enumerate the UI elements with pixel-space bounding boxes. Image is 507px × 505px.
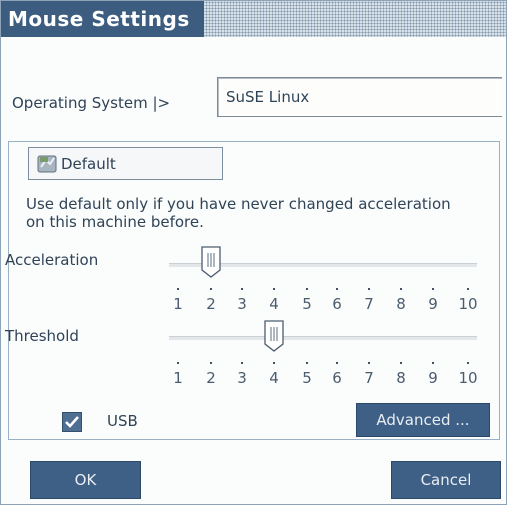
acceleration-tick-label: 1 — [173, 295, 183, 313]
default-hint-text: Use default only if you have never chang… — [26, 195, 451, 231]
threshold-tick-dot — [400, 362, 402, 364]
acceleration-scale: 1 2 3 4 5 6 7 8 9 10 — [1, 295, 507, 315]
acceleration-tick-dot — [368, 288, 370, 290]
threshold-tick-label: 4 — [269, 369, 279, 387]
acceleration-tick-dot — [210, 288, 212, 290]
acceleration-tick-dot — [177, 288, 179, 290]
acceleration-tick-label: 9 — [428, 295, 438, 313]
threshold-tick-label: 8 — [396, 369, 406, 387]
acceleration-label: Acceleration — [5, 251, 99, 269]
cancel-button[interactable]: Cancel — [391, 461, 501, 499]
threshold-tick-dot — [467, 362, 469, 364]
acceleration-tick-dot — [400, 288, 402, 290]
acceleration-tick-label: 8 — [396, 295, 406, 313]
dialog-title: Mouse Settings — [1, 1, 204, 37]
threshold-label: Threshold — [5, 327, 79, 345]
acceleration-tick-dot — [241, 288, 243, 290]
default-button-label: Default — [61, 154, 116, 173]
threshold-tick-label: 1 — [173, 369, 183, 387]
title-bar: Mouse Settings — [1, 1, 506, 37]
default-button[interactable]: Default — [28, 147, 223, 180]
acceleration-tick-dot — [336, 288, 338, 290]
threshold-tick-label: 3 — [237, 369, 247, 387]
threshold-slider-track[interactable] — [169, 336, 477, 340]
usb-label: USB — [107, 412, 138, 430]
usb-checkbox[interactable] — [62, 412, 82, 432]
acceleration-tick-label: 10 — [458, 295, 478, 313]
mouse-settings-dialog: Mouse Settings Operating System |> SuSE … — [0, 0, 507, 505]
threshold-tick-label: 9 — [428, 369, 438, 387]
threshold-tick-dot — [177, 362, 179, 364]
threshold-tick-label: 10 — [458, 369, 478, 387]
threshold-tick-dot — [368, 362, 370, 364]
threshold-tick-label: 5 — [302, 369, 312, 387]
checkmark-icon — [65, 416, 79, 428]
threshold-scale: 1 2 3 4 5 6 7 8 9 10 — [1, 369, 507, 389]
threshold-tick-label: 7 — [364, 369, 374, 387]
acceleration-slider-thumb[interactable] — [201, 246, 221, 278]
acceleration-tick-label: 5 — [302, 295, 312, 313]
threshold-tick-label: 6 — [332, 369, 342, 387]
threshold-slider-thumb[interactable] — [264, 320, 284, 352]
acceleration-tick-label: 7 — [364, 295, 374, 313]
threshold-tick-dot — [273, 362, 275, 364]
acceleration-tick-label: 3 — [237, 295, 247, 313]
acceleration-tick-label: 4 — [269, 295, 279, 313]
acceleration-tick-label: 6 — [332, 295, 342, 313]
threshold-tick-dot — [306, 362, 308, 364]
threshold-tick-dot — [210, 362, 212, 364]
threshold-tick-label: 2 — [206, 369, 216, 387]
ok-button[interactable]: OK — [30, 461, 141, 499]
threshold-tick-dot — [336, 362, 338, 364]
default-reset-icon — [37, 154, 59, 174]
threshold-tick-dot — [241, 362, 243, 364]
acceleration-tick-dot — [306, 288, 308, 290]
acceleration-tick-dot — [432, 288, 434, 290]
acceleration-tick-label: 2 — [206, 295, 216, 313]
acceleration-tick-dot — [273, 288, 275, 290]
os-field[interactable]: SuSE Linux — [217, 77, 502, 117]
threshold-tick-dot — [432, 362, 434, 364]
advanced-button[interactable]: Advanced ... — [356, 403, 490, 437]
threshold-tick-marks — [1, 362, 507, 366]
acceleration-tick-dot — [467, 288, 469, 290]
acceleration-tick-marks — [1, 288, 507, 292]
os-label: Operating System |> — [12, 94, 171, 112]
